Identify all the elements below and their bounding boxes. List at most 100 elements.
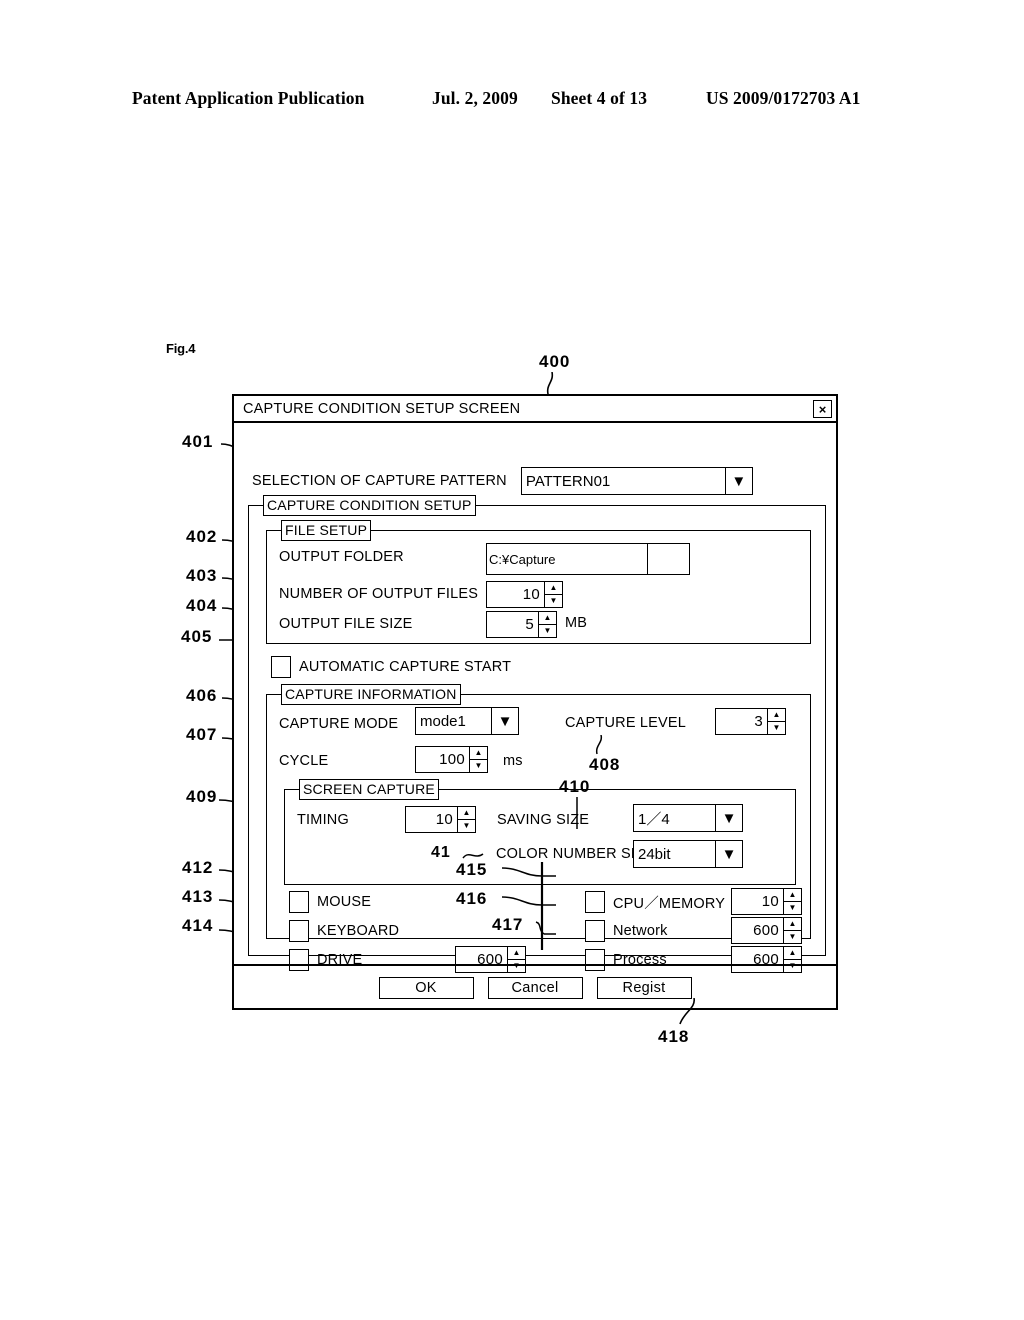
keyboard-checkbox[interactable]	[289, 920, 309, 942]
network-checkbox[interactable]	[585, 920, 605, 942]
output-file-size-row: OUTPUT FILE SIZE	[279, 615, 412, 633]
spin-down-icon[interactable]: ▼	[545, 595, 562, 607]
mouse-checkbox[interactable]	[289, 891, 309, 913]
callout-406: 406	[186, 686, 218, 705]
output-file-size-spin-buttons[interactable]: ▲ ▼	[538, 611, 557, 638]
network-spin-buttons[interactable]: ▲ ▼	[783, 917, 802, 944]
automatic-capture-start-row[interactable]: AUTOMATIC CAPTURE START	[271, 656, 511, 678]
pattern-selection-row: SELECTION OF CAPTURE PATTERN PATTERN01 ▼	[252, 467, 753, 495]
callout-401: 401	[182, 432, 214, 451]
cpu-memory-checkbox[interactable]	[585, 891, 605, 913]
spin-up-icon[interactable]: ▲	[539, 612, 556, 625]
capture-level-spin-buttons[interactable]: ▲ ▼	[767, 708, 786, 735]
cpu-memory-spin-buttons[interactable]: ▲ ▼	[783, 888, 802, 915]
close-icon[interactable]: ×	[813, 400, 832, 418]
capture-mode-label: CAPTURE MODE	[279, 716, 399, 732]
network-row[interactable]: Network	[585, 920, 668, 942]
chevron-down-icon[interactable]: ▼	[715, 840, 743, 868]
callout-415: 415	[456, 860, 488, 879]
cancel-button[interactable]: Cancel	[487, 977, 583, 999]
chevron-down-icon[interactable]: ▼	[715, 804, 743, 832]
callout-400: 400	[539, 352, 571, 371]
number-of-output-files-stepper[interactable]: 10 ▲ ▼	[486, 581, 563, 608]
output-file-size-stepper[interactable]: 5 ▲ ▼	[486, 611, 557, 638]
spin-up-icon[interactable]: ▲	[768, 709, 785, 722]
automatic-capture-start-label: AUTOMATIC CAPTURE START	[299, 659, 512, 675]
network-stepper[interactable]: 600 ▲ ▼	[731, 917, 802, 944]
keyboard-row[interactable]: KEYBOARD	[289, 920, 399, 942]
spin-up-icon[interactable]: ▲	[458, 807, 475, 820]
spin-down-icon[interactable]: ▼	[470, 760, 487, 772]
callout-403: 403	[186, 566, 218, 585]
cycle-value[interactable]: 100	[415, 746, 469, 773]
mouse-label: MOUSE	[317, 894, 372, 910]
timing-spin-buttons[interactable]: ▲ ▼	[457, 806, 476, 833]
capture-level-value[interactable]: 3	[715, 708, 767, 735]
output-folder-control[interactable]: C:¥Capture	[486, 543, 690, 575]
output-file-size-label: OUTPUT FILE SIZE	[279, 616, 413, 632]
cpu-memory-value[interactable]: 10	[731, 888, 783, 915]
output-folder-input[interactable]: C:¥Capture	[486, 543, 648, 575]
chevron-down-icon[interactable]: ▼	[491, 707, 519, 735]
callout-416: 416	[456, 889, 488, 908]
color-number-setup-dropdown[interactable]: 24bit ▼	[633, 840, 743, 868]
file-setup-legend: FILE SETUP	[281, 520, 372, 541]
cycle-stepper[interactable]: 100 ▲ ▼	[415, 746, 488, 773]
chevron-down-icon[interactable]: ▼	[724, 467, 753, 495]
number-of-output-files-spin-buttons[interactable]: ▲ ▼	[544, 581, 563, 608]
keyboard-label: KEYBOARD	[317, 923, 400, 939]
dialog-title: CAPTURE CONDITION SETUP SCREEN	[243, 400, 521, 417]
output-file-size-value[interactable]: 5	[486, 611, 538, 638]
file-setup-group: FILE SETUP OUTPUT FOLDER C:¥Capture NUMB…	[266, 520, 811, 644]
callout-407: 407	[186, 725, 218, 744]
network-value[interactable]: 600	[731, 917, 783, 944]
callout-418: 418	[658, 1027, 690, 1046]
spin-down-icon[interactable]: ▼	[784, 902, 801, 914]
regist-button[interactable]: Regist	[596, 977, 692, 999]
capture-level-stepper[interactable]: 3 ▲ ▼	[715, 708, 786, 735]
output-folder-row: OUTPUT FOLDER	[279, 549, 404, 565]
pattern-selection-dropdown[interactable]: PATTERN01 ▼	[520, 467, 753, 495]
timing-stepper[interactable]: 10 ▲ ▼	[405, 806, 476, 833]
number-of-output-files-label: NUMBER OF OUTPUT FILES	[279, 586, 479, 602]
spin-down-icon[interactable]: ▼	[458, 820, 475, 832]
cpu-memory-stepper[interactable]: 10 ▲ ▼	[731, 888, 802, 915]
mouse-row[interactable]: MOUSE	[289, 891, 371, 913]
cpu-memory-label: CPU／MEMORY	[613, 895, 726, 912]
spin-up-icon[interactable]: ▲	[784, 889, 801, 902]
patent-publication-label: Patent Application Publication	[132, 88, 365, 108]
spin-up-icon[interactable]: ▲	[470, 747, 487, 760]
spin-down-icon[interactable]: ▼	[784, 931, 801, 943]
capture-information-legend: CAPTURE INFORMATION	[281, 684, 461, 705]
spin-down-icon[interactable]: ▼	[539, 625, 556, 637]
cpu-memory-row[interactable]: CPU／MEMORY	[585, 891, 725, 913]
pattern-selection-label: SELECTION OF CAPTURE PATTERN	[252, 473, 507, 489]
automatic-capture-start-checkbox[interactable]	[271, 656, 291, 678]
callout-409: 409	[186, 787, 218, 806]
callout-414: 414	[182, 916, 214, 935]
leader-410	[576, 797, 578, 829]
timing-value[interactable]: 10	[405, 806, 457, 833]
spin-up-icon[interactable]: ▲	[784, 918, 801, 931]
ok-button[interactable]: OK	[378, 977, 474, 999]
spin-down-icon[interactable]: ▼	[768, 722, 785, 734]
cycle-label: CYCLE	[279, 753, 329, 769]
callout-410: 410	[559, 777, 591, 796]
capture-mode-dropdown[interactable]: mode1 ▼	[415, 707, 519, 735]
leader-418	[679, 998, 695, 1025]
spin-up-icon[interactable]: ▲	[784, 947, 801, 960]
callout-412: 412	[182, 858, 214, 877]
cycle-spin-buttons[interactable]: ▲ ▼	[469, 746, 488, 773]
spin-up-icon[interactable]: ▲	[545, 582, 562, 595]
callout-402: 402	[186, 527, 218, 546]
number-of-output-files-value[interactable]: 10	[486, 581, 544, 608]
saving-size-dropdown[interactable]: 1／4 ▼	[633, 804, 743, 832]
patent-number-label: US 2009/0172703 A1	[706, 88, 861, 108]
leader-lines-right	[501, 862, 556, 950]
screen-capture-legend: SCREEN CAPTURE	[299, 779, 439, 800]
cycle-unit: ms	[503, 753, 523, 769]
output-file-size-unit: MB	[565, 615, 588, 631]
color-number-setup-value: 24bit	[633, 840, 715, 868]
pattern-selection-value: PATTERN01	[520, 467, 725, 495]
browse-folder-button[interactable]	[648, 543, 690, 575]
